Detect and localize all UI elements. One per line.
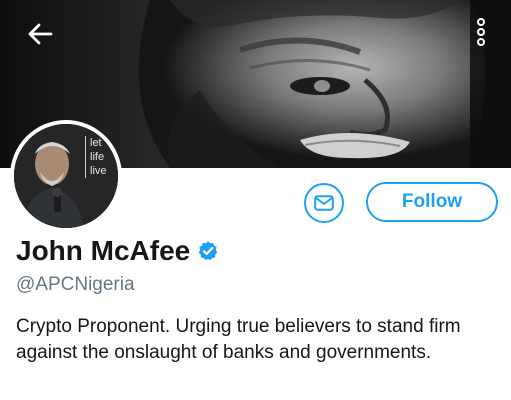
- avatar-caption-line: let: [90, 137, 102, 149]
- profile-handle: @APCNigeria: [16, 274, 135, 295]
- verified-badge-icon: [197, 240, 219, 262]
- avatar-photo: let life live: [14, 124, 118, 228]
- message-button[interactable]: [304, 183, 344, 223]
- back-button[interactable]: [20, 18, 60, 50]
- profile-avatar[interactable]: let life live: [10, 120, 122, 232]
- avatar-caption-line: life: [90, 151, 105, 163]
- avatar-caption-line: live: [90, 165, 107, 177]
- arrow-left-icon: [28, 23, 53, 45]
- envelope-icon: [314, 195, 334, 211]
- profile-bio: Crypto Proponent. Urging true believers …: [16, 316, 461, 363]
- more-options-button[interactable]: [468, 12, 494, 52]
- vertical-ellipsis-icon: [477, 18, 485, 46]
- profile-name-row: John McAfee: [16, 232, 219, 270]
- follow-button[interactable]: Follow: [366, 182, 498, 222]
- avatar-caption: let life live: [85, 136, 107, 178]
- display-name: John McAfee: [16, 235, 191, 266]
